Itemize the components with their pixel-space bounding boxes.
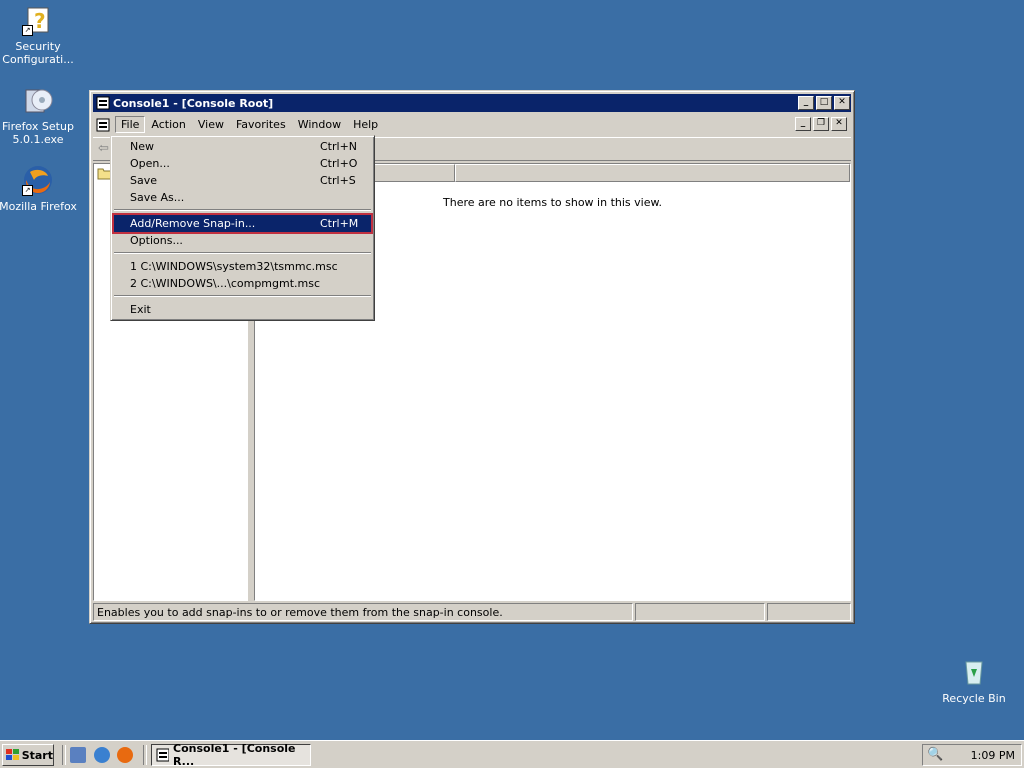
window-title: Console1 - [Console Root] [113, 96, 274, 110]
security-config-icon: ? ↗ [22, 4, 54, 36]
child-restore-button[interactable]: ❐ [813, 117, 829, 131]
menu-item-save-as[interactable]: Save As... [114, 189, 371, 206]
menu-separator [114, 252, 371, 254]
desktop-icon-mozilla-firefox[interactable]: ↗ Mozilla Firefox [0, 164, 78, 213]
desktop-icon-label: Recycle Bin [942, 692, 1006, 705]
show-desktop-icon[interactable] [70, 747, 86, 763]
network-tray-icon[interactable]: 🔍 [927, 747, 943, 762]
taskbar-separator [62, 745, 66, 765]
svg-text:?: ? [34, 9, 46, 33]
mmc-app-icon [96, 96, 110, 110]
menu-view[interactable]: View [192, 116, 230, 133]
mmc-app-icon [156, 748, 169, 762]
status-text: Enables you to add snap-ins to or remove… [93, 603, 633, 621]
firefox-icon: ↗ [22, 164, 54, 196]
menu-item-options[interactable]: Options... [114, 232, 371, 249]
file-menu-dropdown: New Ctrl+N Open... Ctrl+O Save Ctrl+S Save … [110, 135, 375, 321]
taskbar-separator [143, 745, 147, 765]
minimize-button[interactable]: _ [798, 96, 814, 110]
menu-window[interactable]: Window [292, 116, 347, 133]
desktop-icon-label: Mozilla Firefox [0, 200, 77, 213]
menu-item-save[interactable]: Save Ctrl+S [114, 172, 371, 189]
console-doc-icon[interactable] [95, 117, 111, 133]
menu-item-add-remove-snapin[interactable]: Add/Remove Snap-in... Ctrl+M [112, 213, 373, 234]
child-minimize-button[interactable]: _ [795, 117, 811, 131]
desktop-icon-label: Firefox Setup 5.0.1.exe [2, 120, 74, 146]
desktop-icon-firefox-setup[interactable]: Firefox Setup 5.0.1.exe [0, 84, 78, 146]
clock[interactable]: 1:09 PM [971, 749, 1015, 762]
desktop-icon-security-config[interactable]: ? ↗ Security Configurati... [0, 4, 78, 66]
start-label: Start [21, 748, 53, 762]
firefox-icon[interactable] [117, 747, 133, 763]
close-button[interactable]: ✕ [834, 96, 850, 110]
desktop-icon-label: Security Configurati... [2, 40, 74, 66]
menu-item-new[interactable]: New Ctrl+N [114, 138, 371, 155]
taskbar-button-label: Console1 - [Console R... [173, 742, 296, 768]
menu-item-open[interactable]: Open... Ctrl+O [114, 155, 371, 172]
column-header-extra[interactable] [455, 164, 850, 182]
menu-bar: File Action View Favorites Window Help _… [93, 114, 851, 135]
system-tray: 🔍 1:09 PM [922, 744, 1022, 766]
menu-separator [114, 295, 371, 297]
status-pane-2 [635, 603, 765, 621]
status-bar: Enables you to add snap-ins to or remove… [93, 603, 851, 621]
status-pane-3 [767, 603, 851, 621]
internet-explorer-icon[interactable] [94, 747, 110, 763]
back-arrow-icon[interactable]: ⇦ [98, 141, 109, 156]
start-button[interactable]: Start [2, 744, 54, 766]
taskbar: Start Console1 - [Console R... 🔍 1:09 PM [0, 740, 1024, 768]
title-bar[interactable]: Console1 - [Console Root] _ □ ✕ [93, 94, 851, 112]
menu-item-recent-1[interactable]: 1 C:\WINDOWS\system32\tsmmc.msc [114, 258, 371, 275]
recycle-bin-icon [958, 656, 990, 688]
desktop-icon-recycle-bin[interactable]: Recycle Bin [934, 656, 1014, 705]
menu-file[interactable]: File [115, 116, 146, 133]
menu-item-exit[interactable]: Exit [114, 301, 371, 318]
child-close-button[interactable]: ✕ [831, 117, 847, 131]
menu-separator [114, 209, 371, 211]
taskbar-button-console1[interactable]: Console1 - [Console R... [151, 742, 311, 768]
windows-logo-icon [6, 749, 19, 760]
installer-icon [22, 84, 54, 116]
menu-favorites[interactable]: Favorites [230, 116, 292, 133]
menu-action[interactable]: Action [145, 116, 191, 133]
menu-help[interactable]: Help [347, 116, 384, 133]
menu-item-recent-2[interactable]: 2 C:\WINDOWS\...\compmgmt.msc [114, 275, 371, 292]
maximize-button[interactable]: □ [816, 96, 832, 110]
